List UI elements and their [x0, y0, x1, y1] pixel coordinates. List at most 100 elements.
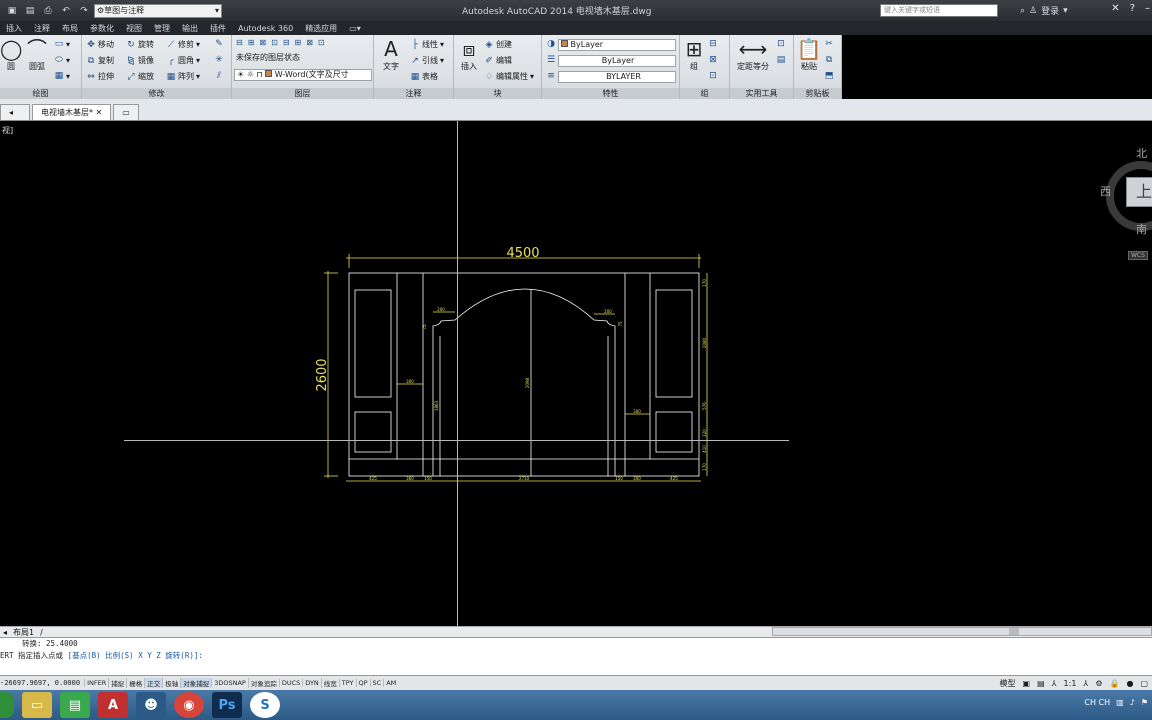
tab-extra-icon[interactable]: ▭▾ [343, 24, 367, 33]
layout-tab-arrow[interactable]: ◂ [0, 628, 10, 637]
help-icon[interactable]: ? [1130, 3, 1135, 14]
tab-autodesk360[interactable]: Autodesk 360 [232, 24, 299, 33]
utilities-panel-title[interactable]: 实用工具 [730, 88, 793, 99]
annotation-visibility-icon[interactable]: ⅄ [1081, 679, 1090, 688]
start-button[interactable] [0, 692, 14, 718]
stretch-button[interactable]: ⇔ 拉伸 [86, 71, 114, 82]
layout-tab-1[interactable]: 布局1 [10, 627, 37, 638]
rotate-button[interactable]: ↻ 旋转 [126, 39, 154, 50]
tab-output[interactable]: 输出 [176, 23, 204, 34]
workspace-switch-icon[interactable]: ⚙ [1093, 679, 1104, 688]
exchange-icon[interactable]: ✕ [1111, 3, 1119, 14]
explorer-taskbar-icon[interactable]: ▭ [22, 692, 52, 718]
layer-tools-row[interactable]: ⊟ ⊞ ⊠ ⊡ ⊟ ⊞ ⊠ ⊡ [236, 38, 328, 47]
tab-layout[interactable]: 布局 [56, 23, 84, 34]
new-tab-button[interactable]: ▭ [113, 104, 139, 120]
toggle-osnap[interactable]: 对象捕捉 [180, 678, 212, 688]
toggle-tpy[interactable]: TPY [338, 679, 356, 687]
mirror-button[interactable]: ⧎ 镜像 [126, 55, 154, 66]
erase-button[interactable]: ✎ [214, 39, 224, 49]
group-button[interactable]: ⊞ 组 [682, 37, 706, 72]
annotation-scale[interactable]: 1:1 [1062, 679, 1079, 688]
scroll-thumb[interactable] [1009, 628, 1019, 635]
toggle-infer[interactable]: INFER [84, 679, 108, 687]
edit-block-button[interactable]: ✐ 编辑 [484, 55, 512, 66]
viewcube[interactable]: 上 北 西 南 WCS [1098, 145, 1152, 265]
group-select-button[interactable]: ⊡ [708, 71, 718, 81]
paste-button[interactable]: 📋 粘贴 [796, 37, 822, 72]
linetype-dropdown[interactable]: ByLayer [558, 55, 676, 67]
layers-panel-title[interactable]: 图层 [232, 88, 373, 99]
media-taskbar-icon[interactable]: ◉ [174, 692, 204, 718]
annotation-scale-icon[interactable]: ⅄ [1050, 679, 1059, 688]
array-button[interactable]: ▦ 阵列 ▾ [166, 71, 200, 82]
tab-manage[interactable]: 管理 [148, 23, 176, 34]
browser-taskbar-icon[interactable]: S [250, 692, 280, 718]
properties-panel-title[interactable]: 特性 [542, 88, 679, 99]
measure-button[interactable]: ⟷ 定距等分 [732, 37, 774, 72]
cut-button[interactable]: ✂ [824, 39, 834, 49]
leader-button[interactable]: ↗ 引线 ▾ [410, 55, 444, 66]
layer-state-icon[interactable]: ⊞ [248, 38, 258, 47]
toggle-polar[interactable]: 极轴 [162, 678, 180, 688]
close-icon[interactable]: ✕ [96, 108, 103, 117]
color-dropdown[interactable]: ByLayer [558, 39, 676, 51]
copy-clip-button[interactable]: ⧉ [824, 55, 834, 65]
quick-view-drawings-icon[interactable]: ▤ [1035, 679, 1047, 688]
autocad-taskbar-icon[interactable]: A [98, 692, 128, 718]
viewcube-top-face[interactable]: 上 [1126, 177, 1152, 207]
compass-west[interactable]: 西 [1100, 183, 1111, 199]
arc-button[interactable]: ⌒ 圆弧 [24, 37, 50, 72]
horizontal-scrollbar[interactable] [772, 627, 1152, 636]
layer-freeze-icon[interactable]: ⊟ [283, 38, 293, 47]
layer-match-icon[interactable]: ⊠ [306, 38, 316, 47]
undo-icon[interactable]: ↶ [60, 5, 72, 17]
modify-panel-title[interactable]: 修改 [82, 88, 231, 99]
draw-panel-title[interactable]: 绘图 [0, 88, 81, 99]
explode-button[interactable]: ✳ [214, 55, 224, 65]
compass-north[interactable]: 北 [1136, 145, 1147, 161]
toggle-am[interactable]: AM [383, 679, 398, 687]
lineweight-dropdown[interactable]: BYLAYER [558, 71, 676, 83]
layer-isolate-icon[interactable]: ⊠ [259, 38, 269, 47]
document-tab-current[interactable]: 电视墙木基层* ✕ [32, 104, 112, 120]
drawing-viewport[interactable]: 视] 4500 2600 200 200 300 300 2098 1863 7… [0, 121, 1152, 626]
tab-featured-apps[interactable]: 精选应用 [299, 23, 343, 34]
match-button[interactable]: ⬒ [824, 71, 834, 81]
layer-walk-icon[interactable]: ⊡ [318, 38, 328, 47]
save-icon[interactable]: ▣ [6, 5, 18, 17]
ellipse-button[interactable]: ⬭ ▾ [54, 55, 70, 65]
toggle-sc[interactable]: SC [369, 679, 384, 687]
tab-annotate[interactable]: 注释 [28, 23, 56, 34]
network-icon[interactable]: ▥ [1116, 698, 1124, 707]
hatch-button[interactable]: ▦ ▾ [54, 71, 70, 81]
redo-icon[interactable]: ↷ [78, 5, 90, 17]
layer-dropdown[interactable]: ☀ ☼ ⊓ W-Word(文字及尺寸 [234, 69, 372, 81]
toggle-dyn[interactable]: DYN [302, 679, 320, 687]
circle-button[interactable]: ◯ 圆 [0, 37, 22, 72]
app-taskbar-icon[interactable]: ▤ [60, 692, 90, 718]
command-prompt[interactable]: ERT 指定插入点或 [基点(B) 比例(S) X Y Z 旋转(R)]: [0, 650, 1152, 662]
quick-select-button[interactable]: ⊡ [776, 39, 786, 49]
annotation-panel-title[interactable]: 注释 [374, 88, 453, 99]
layer-state-dropdown[interactable]: 未保存的图层状态 [234, 53, 372, 65]
table-button[interactable]: ▦ 表格 [410, 71, 438, 82]
calculator-button[interactable]: ▤ [776, 55, 786, 65]
login-button[interactable]: ⌕ ♙ 登录 ▾ [1020, 4, 1068, 18]
quick-view-layouts-icon[interactable]: ▣ [1021, 679, 1033, 688]
toggle-3dosnap[interactable]: 3DOSNAP [211, 679, 248, 687]
scale-button[interactable]: ⤢ 缩放 [126, 71, 154, 82]
copy-button[interactable]: ⧉ 复制 [86, 55, 114, 66]
lock-ui-icon[interactable]: 🔒 [1107, 679, 1121, 688]
create-block-button[interactable]: ◈ 创建 [484, 39, 512, 50]
toggle-grid[interactable]: 栅格 [126, 678, 144, 688]
text-button[interactable]: A 文字 [376, 37, 406, 72]
tab-parametric[interactable]: 参数化 [84, 23, 120, 34]
wcs-menu[interactable]: WCS [1128, 251, 1148, 260]
toggle-qp[interactable]: QP [355, 679, 370, 687]
toggle-snap[interactable]: 捕捉 [108, 678, 126, 688]
insert-button[interactable]: ⧈ 插入 [456, 37, 482, 72]
compass-south[interactable]: 南 [1136, 221, 1147, 237]
toggle-otrack[interactable]: 对象追踪 [247, 678, 279, 688]
isolate-objects-icon[interactable]: ● [1124, 679, 1135, 688]
